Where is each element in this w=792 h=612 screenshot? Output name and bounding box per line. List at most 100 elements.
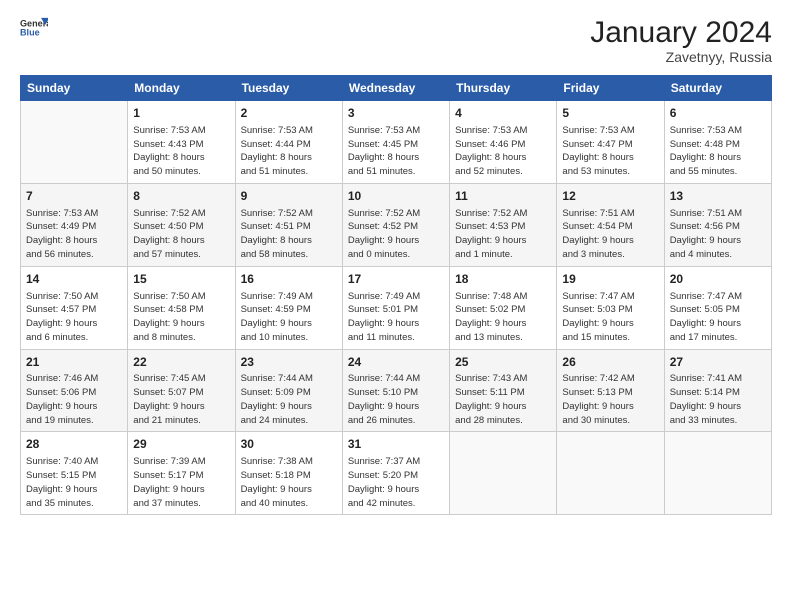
location: Zavetnyy, Russia [590, 49, 772, 65]
day-number: 11 [455, 188, 551, 205]
day-number: 16 [241, 271, 337, 288]
day-info: Sunrise: 7:52 AM Sunset: 4:51 PM Dayligh… [241, 207, 337, 262]
day-cell: 3Sunrise: 7:53 AM Sunset: 4:45 PM Daylig… [342, 101, 449, 184]
day-info: Sunrise: 7:53 AM Sunset: 4:43 PM Dayligh… [133, 124, 229, 179]
day-number: 28 [26, 436, 122, 453]
day-number: 18 [455, 271, 551, 288]
day-cell: 11Sunrise: 7:52 AM Sunset: 4:53 PM Dayli… [450, 183, 557, 266]
day-cell: 5 Sunrise: 7:53 AM Sunset: 4:47 PM Daylig… [557, 101, 664, 184]
week-row-5: 28 Sunrise: 7:40 AM Sunset: 5:15 PM Dayli… [21, 432, 772, 515]
week-row-1: 1 Sunrise: 7:53 AM Sunset: 4:43 PM Daylig… [21, 101, 772, 184]
day-cell: 15Sunrise: 7:50 AM Sunset: 4:58 PM Dayli… [128, 266, 235, 349]
month-title: January 2024 [590, 16, 772, 49]
calendar-table: Sunday Monday Tuesday Wednesday Thursday… [20, 75, 772, 515]
day-info: Sunrise: 7:37 AM Sunset: 5:20 PM Dayligh… [348, 455, 444, 510]
day-number: 5 [562, 105, 658, 122]
day-number: 7 [26, 188, 122, 205]
day-cell: 12Sunrise: 7:51 AM Sunset: 4:54 PM Dayli… [557, 183, 664, 266]
day-number: 21 [26, 354, 122, 371]
col-sunday: Sunday [21, 76, 128, 101]
day-number: 8 [133, 188, 229, 205]
col-wednesday: Wednesday [342, 76, 449, 101]
day-cell: 6Sunrise: 7:53 AM Sunset: 4:48 PM Daylig… [664, 101, 771, 184]
day-info: Sunrise: 7:53 AM Sunset: 4:49 PM Dayligh… [26, 207, 122, 262]
day-info: Sunrise: 7:53 AM Sunset: 4:44 PM Dayligh… [241, 124, 337, 179]
header: General Blue January 2024 Zavetnyy, Russ… [20, 16, 772, 65]
day-number: 12 [562, 188, 658, 205]
day-info: Sunrise: 7:52 AM Sunset: 4:52 PM Dayligh… [348, 207, 444, 262]
day-cell: 1 Sunrise: 7:53 AM Sunset: 4:43 PM Daylig… [128, 101, 235, 184]
day-cell: 24Sunrise: 7:44 AM Sunset: 5:10 PM Dayli… [342, 349, 449, 432]
day-number: 4 [455, 105, 551, 122]
day-cell: 26Sunrise: 7:42 AM Sunset: 5:13 PM Dayli… [557, 349, 664, 432]
day-info: Sunrise: 7:53 AM Sunset: 4:46 PM Dayligh… [455, 124, 551, 179]
day-info: Sunrise: 7:42 AM Sunset: 5:13 PM Dayligh… [562, 372, 658, 427]
day-cell: 14Sunrise: 7:50 AM Sunset: 4:57 PM Dayli… [21, 266, 128, 349]
day-number: 26 [562, 354, 658, 371]
day-info: Sunrise: 7:39 AM Sunset: 5:17 PM Dayligh… [133, 455, 229, 510]
day-number: 29 [133, 436, 229, 453]
svg-text:Blue: Blue [20, 27, 40, 37]
day-number: 30 [241, 436, 337, 453]
day-info: Sunrise: 7:53 AM Sunset: 4:47 PM Dayligh… [562, 124, 658, 179]
day-number: 6 [670, 105, 766, 122]
day-cell: 27Sunrise: 7:41 AM Sunset: 5:14 PM Dayli… [664, 349, 771, 432]
day-cell: 23Sunrise: 7:44 AM Sunset: 5:09 PM Dayli… [235, 349, 342, 432]
col-saturday: Saturday [664, 76, 771, 101]
day-info: Sunrise: 7:48 AM Sunset: 5:02 PM Dayligh… [455, 290, 551, 345]
day-number: 19 [562, 271, 658, 288]
day-cell: 25Sunrise: 7:43 AM Sunset: 5:11 PM Dayli… [450, 349, 557, 432]
day-info: Sunrise: 7:43 AM Sunset: 5:11 PM Dayligh… [455, 372, 551, 427]
day-number: 23 [241, 354, 337, 371]
day-number: 27 [670, 354, 766, 371]
day-cell: 28 Sunrise: 7:40 AM Sunset: 5:15 PM Dayli… [21, 432, 128, 515]
week-row-3: 14Sunrise: 7:50 AM Sunset: 4:57 PM Dayli… [21, 266, 772, 349]
day-info: Sunrise: 7:41 AM Sunset: 5:14 PM Dayligh… [670, 372, 766, 427]
title-block: January 2024 Zavetnyy, Russia [590, 16, 772, 65]
day-info: Sunrise: 7:38 AM Sunset: 5:18 PM Dayligh… [241, 455, 337, 510]
day-cell [21, 101, 128, 184]
day-info: Sunrise: 7:40 AM Sunset: 5:15 PM Dayligh… [26, 455, 122, 510]
day-cell: 19Sunrise: 7:47 AM Sunset: 5:03 PM Dayli… [557, 266, 664, 349]
day-info: Sunrise: 7:49 AM Sunset: 5:01 PM Dayligh… [348, 290, 444, 345]
logo: General Blue [20, 16, 48, 38]
day-cell: 20 Sunrise: 7:47 AM Sunset: 5:05 PM Dayli… [664, 266, 771, 349]
day-number: 2 [241, 105, 337, 122]
day-info: Sunrise: 7:44 AM Sunset: 5:10 PM Dayligh… [348, 372, 444, 427]
day-number: 20 [670, 271, 766, 288]
day-cell: 13 Sunrise: 7:51 AM Sunset: 4:56 PM Dayli… [664, 183, 771, 266]
day-number: 14 [26, 271, 122, 288]
day-info: Sunrise: 7:51 AM Sunset: 4:56 PM Dayligh… [670, 207, 766, 262]
day-number: 15 [133, 271, 229, 288]
day-number: 22 [133, 354, 229, 371]
day-cell: 31 Sunrise: 7:37 AM Sunset: 5:20 PM Dayli… [342, 432, 449, 515]
col-friday: Friday [557, 76, 664, 101]
day-number: 1 [133, 105, 229, 122]
day-info: Sunrise: 7:45 AM Sunset: 5:07 PM Dayligh… [133, 372, 229, 427]
day-cell: 16Sunrise: 7:49 AM Sunset: 4:59 PM Dayli… [235, 266, 342, 349]
week-row-2: 7 Sunrise: 7:53 AM Sunset: 4:49 PM Daylig… [21, 183, 772, 266]
day-info: Sunrise: 7:46 AM Sunset: 5:06 PM Dayligh… [26, 372, 122, 427]
day-cell: 22Sunrise: 7:45 AM Sunset: 5:07 PM Dayli… [128, 349, 235, 432]
day-cell: 18 Sunrise: 7:48 AM Sunset: 5:02 PM Dayli… [450, 266, 557, 349]
day-cell: 7 Sunrise: 7:53 AM Sunset: 4:49 PM Daylig… [21, 183, 128, 266]
day-number: 10 [348, 188, 444, 205]
header-row: Sunday Monday Tuesday Wednesday Thursday… [21, 76, 772, 101]
day-info: Sunrise: 7:52 AM Sunset: 4:50 PM Dayligh… [133, 207, 229, 262]
day-info: Sunrise: 7:47 AM Sunset: 5:05 PM Dayligh… [670, 290, 766, 345]
day-number: 25 [455, 354, 551, 371]
day-cell: 9 Sunrise: 7:52 AM Sunset: 4:51 PM Daylig… [235, 183, 342, 266]
day-info: Sunrise: 7:44 AM Sunset: 5:09 PM Dayligh… [241, 372, 337, 427]
page: General Blue January 2024 Zavetnyy, Russ… [0, 0, 792, 612]
col-thursday: Thursday [450, 76, 557, 101]
day-cell [450, 432, 557, 515]
day-cell: 21Sunrise: 7:46 AM Sunset: 5:06 PM Dayli… [21, 349, 128, 432]
week-row-4: 21Sunrise: 7:46 AM Sunset: 5:06 PM Dayli… [21, 349, 772, 432]
day-cell [557, 432, 664, 515]
day-cell: 29 Sunrise: 7:39 AM Sunset: 5:17 PM Dayli… [128, 432, 235, 515]
day-number: 13 [670, 188, 766, 205]
day-number: 9 [241, 188, 337, 205]
day-number: 24 [348, 354, 444, 371]
day-cell: 4 Sunrise: 7:53 AM Sunset: 4:46 PM Daylig… [450, 101, 557, 184]
day-number: 31 [348, 436, 444, 453]
